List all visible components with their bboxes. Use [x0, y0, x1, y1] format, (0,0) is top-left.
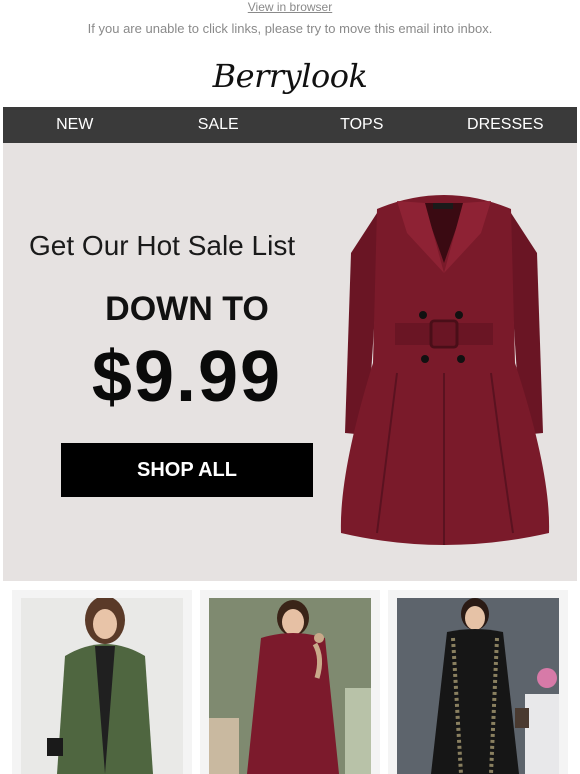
green-coat-photo[interactable]	[21, 598, 183, 774]
burgundy-dress-illustration	[209, 598, 371, 774]
product-card-green-coat[interactable]	[12, 590, 192, 774]
inbox-notice: If you are unable to click links, please…	[87, 21, 493, 36]
email-page: View in browser If you are unable to cli…	[0, 0, 580, 774]
burgundy-coat-image[interactable]	[337, 173, 551, 553]
hero-down-to: DOWN TO	[105, 290, 269, 328]
hero-subtitle: Get Our Hot Sale List	[29, 230, 296, 261]
nav-item-sale[interactable]: SALE	[147, 107, 291, 143]
nav-item-new[interactable]: NEW	[3, 107, 147, 143]
nav-item-tops[interactable]: TOPS	[290, 107, 434, 143]
shop-all-button[interactable]: SHOP ALL	[61, 443, 313, 497]
black-lace-dress-illustration	[397, 598, 559, 774]
hero-price: $9.99	[91, 337, 283, 417]
category-nav: NEW SALE TOPS DRESSES	[3, 107, 577, 143]
black-lace-dress-photo[interactable]	[397, 598, 559, 774]
hero-banner[interactable]: Get Our Hot Sale List DOWN TO $9.99 SHOP…	[3, 143, 577, 581]
nav-item-dresses[interactable]: DRESSES	[434, 107, 578, 143]
berrylook-logo[interactable]: Berrylook	[0, 56, 580, 96]
product-card-black-lace-dress[interactable]	[388, 590, 568, 774]
product-grid	[12, 590, 568, 774]
green-coat-illustration	[21, 598, 183, 774]
view-in-browser-link[interactable]: View in browser	[0, 0, 580, 14]
product-card-burgundy-dress[interactable]	[200, 590, 380, 774]
burgundy-dress-photo[interactable]	[209, 598, 371, 774]
coat-illustration	[340, 195, 550, 545]
